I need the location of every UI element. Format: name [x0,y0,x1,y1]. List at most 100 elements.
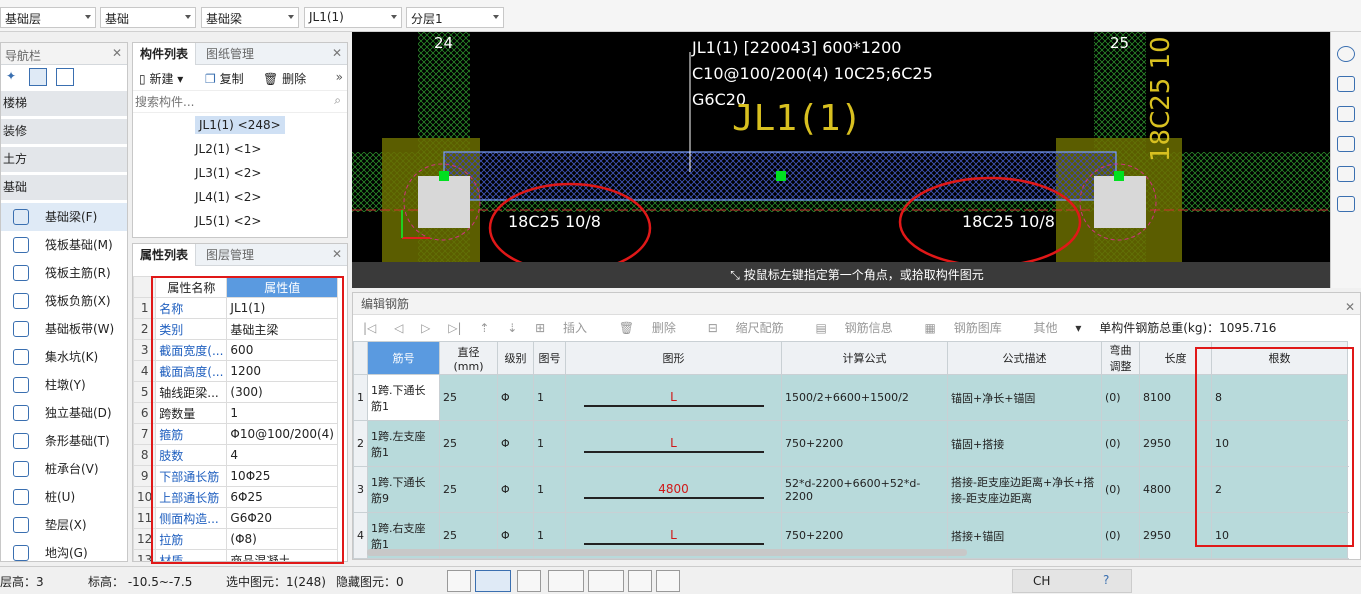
top-view-icon[interactable] [1337,136,1355,152]
grip-mid[interactable] [776,171,786,181]
tab-drawing-management[interactable]: 图纸管理 [199,43,261,65]
rebar-cell-dia[interactable]: 25 [439,374,498,421]
help-icon[interactable]: ? [1103,573,1109,587]
column-header[interactable]: 弯曲调整 [1101,341,1140,375]
nav-item[interactable]: 基础板带(W) [1,315,127,343]
delete-button[interactable]: 🗑 删除 [263,70,306,87]
floor-select[interactable]: 基础层 [0,7,96,28]
nav-item[interactable]: 筏板主筋(R) [1,259,127,287]
property-value[interactable]: G6Φ20 [226,507,338,529]
cube-view-icon[interactable] [1337,106,1355,122]
column-header[interactable]: 根数 [1211,341,1348,375]
display-settings-icon[interactable] [1337,166,1355,182]
nav-item[interactable]: 桩(U) [1,483,127,511]
rebar-row[interactable]: 1 1跨.下通长筋1 25 Φ 1 L 1500/2+6600+1500/2 锚固+净长+锚固… [353,374,1348,421]
property-row[interactable]: 7 箍筋 Φ10@100/200(4) [133,423,338,445]
layer-select[interactable]: 分层1 [406,7,504,28]
column-header[interactable]: 级别 [497,341,534,375]
rebar-cell-bend[interactable]: (0) [1101,512,1140,559]
rebar-cell-formula[interactable]: 1500/2+6600+1500/2 [781,374,948,421]
rebar-cell-dia[interactable]: 25 [439,420,498,467]
column-left[interactable] [418,176,470,228]
angle-icon[interactable] [548,570,584,592]
rebar-cell-name[interactable]: 1跨.左支座筋1 [367,420,440,467]
rebar-cell-desc[interactable]: 搭接-距支座边距离+净长+搭接-距支座边距离 [947,466,1102,513]
nav-item[interactable]: 筏板基础(M) [1,231,127,259]
rebar-cell-grade[interactable]: Φ [497,466,534,513]
rebar-cell-formula[interactable]: 750+2200 [781,420,948,467]
dynamic-input-icon[interactable] [656,570,680,592]
close-icon[interactable]: ✕ [332,46,342,60]
delete-row-button[interactable]: 🗑 删除 [619,321,690,335]
component-type-select[interactable]: 基础梁 [201,7,299,28]
rebar-cell-fig[interactable]: 1 [533,466,566,513]
nav-item[interactable]: 条形基础(T) [1,427,127,455]
property-value[interactable]: Φ10@100/200(4) [226,423,338,445]
property-row[interactable]: 9 下部通长筋 10Φ25 [133,465,338,487]
rebar-cell-desc[interactable]: 搭接+锚固 [947,512,1102,559]
grip-right[interactable] [1114,171,1124,181]
offset-icon[interactable] [588,570,624,592]
rebar-cell-bend[interactable]: (0) [1101,374,1140,421]
list-view-icon[interactable] [29,68,47,86]
rebar-cell-bend[interactable]: (0) [1101,466,1140,513]
rebar-cell-grade[interactable]: Φ [497,374,534,421]
nav-category-earthwork[interactable]: 土方 [1,147,127,172]
nav-item[interactable]: 基础梁(F) [1,203,127,231]
rebar-cell-shape[interactable]: 4800 [565,466,782,513]
3d-view-icon[interactable] [1337,76,1355,92]
rebar-cell-name[interactable]: 1跨.下通长筋1 [367,374,440,421]
other-menu[interactable]: 其他 ▾ [1034,321,1082,335]
property-value[interactable]: JL1(1) [226,297,338,319]
close-icon[interactable]: ✕ [332,247,342,261]
rebar-cell-bend[interactable]: (0) [1101,420,1140,467]
nav-category-decoration[interactable]: 装修 [1,119,127,144]
search-icon[interactable]: ⌕ [334,93,341,108]
rebar-row[interactable]: 2 1跨.左支座筋1 25 Φ 1 L 750+2200 锚固+搭接 (0) 2950 10 [353,420,1348,467]
property-value[interactable]: 4 [226,444,338,466]
nav-category-foundation[interactable]: 基础 [1,175,127,200]
prev-icon[interactable]: ◁ [394,321,403,335]
ortho-icon[interactable] [447,570,471,592]
cross-snap-icon[interactable] [517,570,541,592]
tab-property-list[interactable]: 属性列表 [133,244,197,266]
rebar-cell-name[interactable]: 1跨.下通长筋9 [367,466,440,513]
rebar-row[interactable]: 3 1跨.下通长筋9 25 Φ 1 4800 52*d-2200+6600+52*d-220… [353,466,1348,513]
rebar-cell-count[interactable]: 10 [1211,420,1348,467]
display-icon[interactable] [628,570,652,592]
column-header[interactable]: 筋号 [367,341,440,375]
component-item[interactable]: JL2(1) <1> [133,137,347,161]
insert-button[interactable]: ⊞ 插入 [535,321,601,335]
property-row[interactable]: 13 材质 商品混凝土 [133,549,338,561]
column-header[interactable]: 直径(mm) [439,341,498,375]
move-up-icon[interactable]: ⇡ [479,321,489,335]
last-icon[interactable]: ▷| [448,321,461,335]
property-value[interactable]: 10Φ25 [226,465,338,487]
rebar-cell-grade[interactable]: Φ [497,420,534,467]
property-row[interactable]: 6 跨数量 1 [133,402,338,424]
property-value[interactable]: (Φ8) [226,528,338,550]
property-value[interactable]: 商品混凝土 [226,549,338,561]
tab-component-list[interactable]: 构件列表 [133,43,197,65]
column-header[interactable]: 长度 [1139,341,1212,375]
rebar-cell-desc[interactable]: 锚固+搭接 [947,420,1102,467]
component-item[interactable]: JL1(1) <248> [133,113,347,137]
tab-layer-management[interactable]: 图层管理 [199,244,261,266]
property-value[interactable]: 基础主梁 [226,318,338,340]
rebar-cell-fig[interactable]: 1 [533,420,566,467]
rebar-cell-dia[interactable]: 25 [439,466,498,513]
cad-canvas[interactable]: 24 25 24 25 JL1(1) [220043] 600*1200 C10… [352,32,1361,288]
ime-language[interactable]: CH [1033,574,1050,588]
close-icon[interactable]: ✕ [112,46,122,60]
property-value[interactable]: 600 [226,339,338,361]
rebar-cell-formula[interactable]: 52*d-2200+6600+52*d-2200 [781,466,948,513]
more-icon[interactable]: » [336,70,343,84]
rebar-cell-shape[interactable]: L [565,374,782,421]
detail-view-icon[interactable] [56,68,74,86]
first-icon[interactable]: |◁ [363,321,376,335]
rebar-cell-fig[interactable]: 1 [533,374,566,421]
nav-item[interactable]: 桩承台(V) [1,455,127,483]
nav-item[interactable]: 柱墩(Y) [1,371,127,399]
rebar-cell-count[interactable]: 10 [1211,512,1348,559]
rebar-cell-count[interactable]: 2 [1211,466,1348,513]
